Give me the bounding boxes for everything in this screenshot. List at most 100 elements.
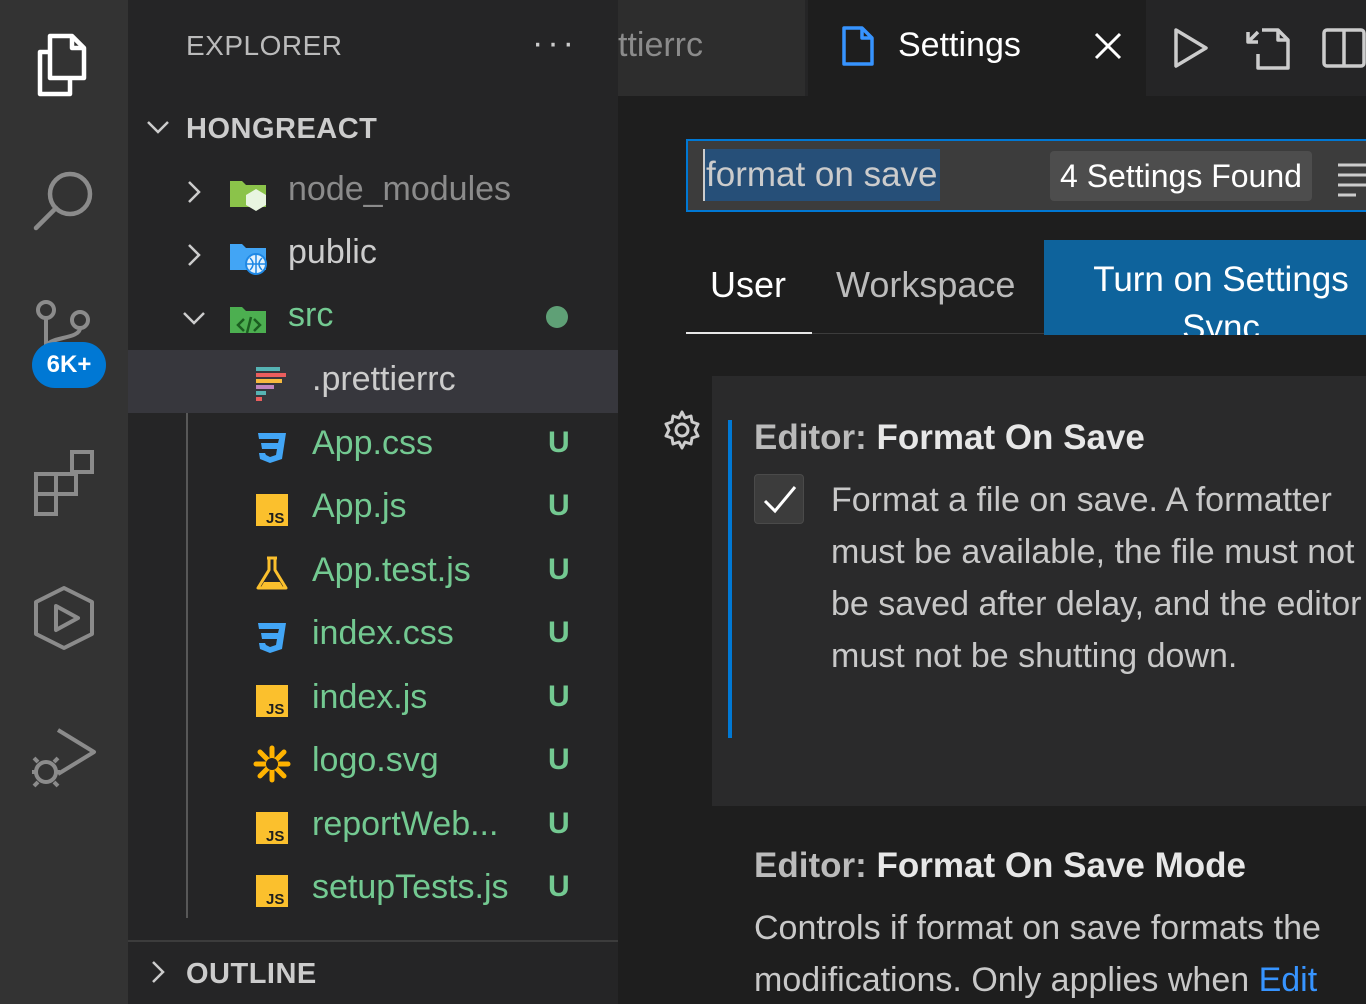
settings-editor: format on save 4 Settings Found User Wor… (618, 96, 1366, 1004)
source-control-badge: 6K+ (32, 342, 106, 388)
svg-file-icon (253, 745, 291, 783)
format-on-save-checkbox[interactable] (754, 474, 804, 524)
text-caret (703, 149, 705, 201)
svg-text:JS: JS (266, 510, 284, 527)
editor-setting-link[interactable]: Edit (1259, 961, 1318, 999)
outline-section[interactable]: OUTLINE (128, 940, 618, 1004)
file-label: reportWeb... (312, 805, 499, 843)
tab-prettierrc[interactable]: ttierrc (618, 0, 805, 96)
file-label: App.test.js (312, 551, 471, 589)
git-status-untracked: U (548, 680, 570, 713)
js-file-icon: JS (256, 812, 288, 845)
git-status-untracked: U (548, 426, 570, 459)
prettier-icon (256, 367, 286, 401)
file-label: setupTests.js (312, 868, 509, 906)
chevron-right-icon (188, 181, 201, 203)
chevron-down-icon (183, 312, 205, 325)
tree-item-index-js[interactable]: JS index.js U (128, 668, 618, 731)
file-label: index.js (312, 678, 428, 716)
chevron-down-icon (147, 121, 169, 134)
tree-item-app-test-js[interactable]: App.test.js U (128, 541, 618, 604)
tree-item-prettierrc[interactable]: .prettierrc (128, 350, 618, 413)
sync-button-label: Turn on Settings Sync (1093, 260, 1349, 335)
js-file-icon: JS (256, 494, 288, 527)
run-icon[interactable] (1166, 24, 1214, 72)
tree-item-report-web-vitals[interactable]: JS reportWeb... U (128, 795, 618, 858)
file-label: .prettierrc (312, 360, 456, 398)
file-label: node_modules (288, 170, 512, 208)
public-folder-icon (230, 244, 267, 275)
open-settings-json-icon[interactable] (1244, 24, 1292, 72)
file-label: App.css (312, 424, 433, 462)
search-input-value: format on save (704, 149, 940, 201)
setting-title: Editor: Format On Save Mode (754, 846, 1246, 886)
outline-label: OUTLINE (186, 957, 317, 990)
tree-item-public[interactable]: public (128, 223, 618, 286)
filter-icon[interactable] (1336, 157, 1366, 197)
description-text: modifications. Only applies when (754, 961, 1259, 999)
run-debug-icon[interactable] (0, 706, 128, 806)
setting-title: Editor: Format On Save (754, 418, 1145, 458)
turn-on-settings-sync-button[interactable]: Turn on Settings Sync (1044, 240, 1366, 335)
setting-description: Controls if format on save formats the m… (754, 902, 1366, 1004)
tree-item-app-css[interactable]: App.css U (128, 414, 618, 477)
modified-indicator-bar (728, 420, 732, 738)
css-file-icon (258, 623, 286, 653)
file-label: public (288, 233, 377, 271)
more-actions-button[interactable]: ··· (532, 24, 578, 63)
remote-explorer-icon[interactable] (0, 568, 128, 668)
tree-item-app-js[interactable]: JS App.js U (128, 477, 618, 540)
close-icon[interactable] (1092, 30, 1124, 62)
chevron-right-icon (152, 961, 165, 983)
file-label: App.js (312, 487, 407, 525)
git-status-untracked: U (548, 807, 570, 840)
editor-tab-bar: ttierrc Settings (618, 0, 1366, 96)
git-status-untracked: U (548, 743, 570, 776)
settings-found-badge: 4 Settings Found (1050, 151, 1312, 201)
gear-icon[interactable] (660, 408, 704, 452)
tab-settings[interactable]: Settings (808, 0, 1146, 96)
js-file-icon: JS (256, 875, 288, 908)
svg-text:JS: JS (266, 701, 284, 718)
test-flask-icon (256, 556, 288, 590)
setting-category: Editor: (754, 418, 877, 457)
svg-text:JS: JS (266, 828, 284, 845)
extensions-icon[interactable] (0, 430, 128, 530)
git-status-untracked: U (548, 553, 570, 586)
tree-item-setup-tests-js[interactable]: JS setupTests.js U (128, 858, 618, 921)
js-file-icon: JS (256, 685, 288, 718)
description-line: modifications. Only applies when Edit (754, 954, 1366, 1004)
project-section-header[interactable]: HONGREACT (128, 101, 618, 157)
tree-item-index-css[interactable]: index.css U (128, 604, 618, 667)
explorer-icon[interactable] (0, 14, 128, 114)
css-file-icon (258, 433, 286, 463)
tab-label: ttierrc (618, 26, 703, 64)
file-label: src (288, 296, 334, 334)
checkmark-icon (763, 486, 797, 514)
setting-description: Format a file on save. A formatter must … (831, 481, 1362, 675)
tab-workspace[interactable]: Workspace (836, 264, 1015, 306)
node-folder-icon (230, 181, 266, 211)
search-icon[interactable] (0, 152, 128, 252)
activity-bar: 6K+ (0, 0, 128, 1004)
tab-user[interactable]: User (710, 264, 786, 306)
tree-item-logo-svg[interactable]: logo.svg U (128, 731, 618, 794)
tab-label: Settings (898, 26, 1021, 64)
file-icon (842, 26, 874, 66)
tree-item-node-modules[interactable]: node_modules (128, 160, 618, 223)
modified-indicator-dot (546, 306, 568, 328)
setting-name: Format On Save (876, 418, 1145, 457)
file-label: logo.svg (312, 741, 439, 779)
file-label: index.css (312, 614, 454, 652)
settings-search-input[interactable]: format on save 4 Settings Found (686, 139, 1366, 212)
src-folder-icon (230, 307, 266, 334)
tree-item-src[interactable]: src (128, 286, 618, 349)
setting-name: Format On Save Mode (876, 846, 1247, 885)
git-status-untracked: U (548, 616, 570, 649)
sidebar-title: EXPLORER (186, 30, 343, 61)
split-editor-icon[interactable] (1320, 24, 1366, 72)
outline-section-header[interactable]: OUTLINE (128, 946, 618, 1002)
active-tab-indicator (686, 332, 812, 334)
project-name: HONGREACT (186, 112, 378, 145)
description-line: Controls if format on save formats the (754, 909, 1321, 947)
